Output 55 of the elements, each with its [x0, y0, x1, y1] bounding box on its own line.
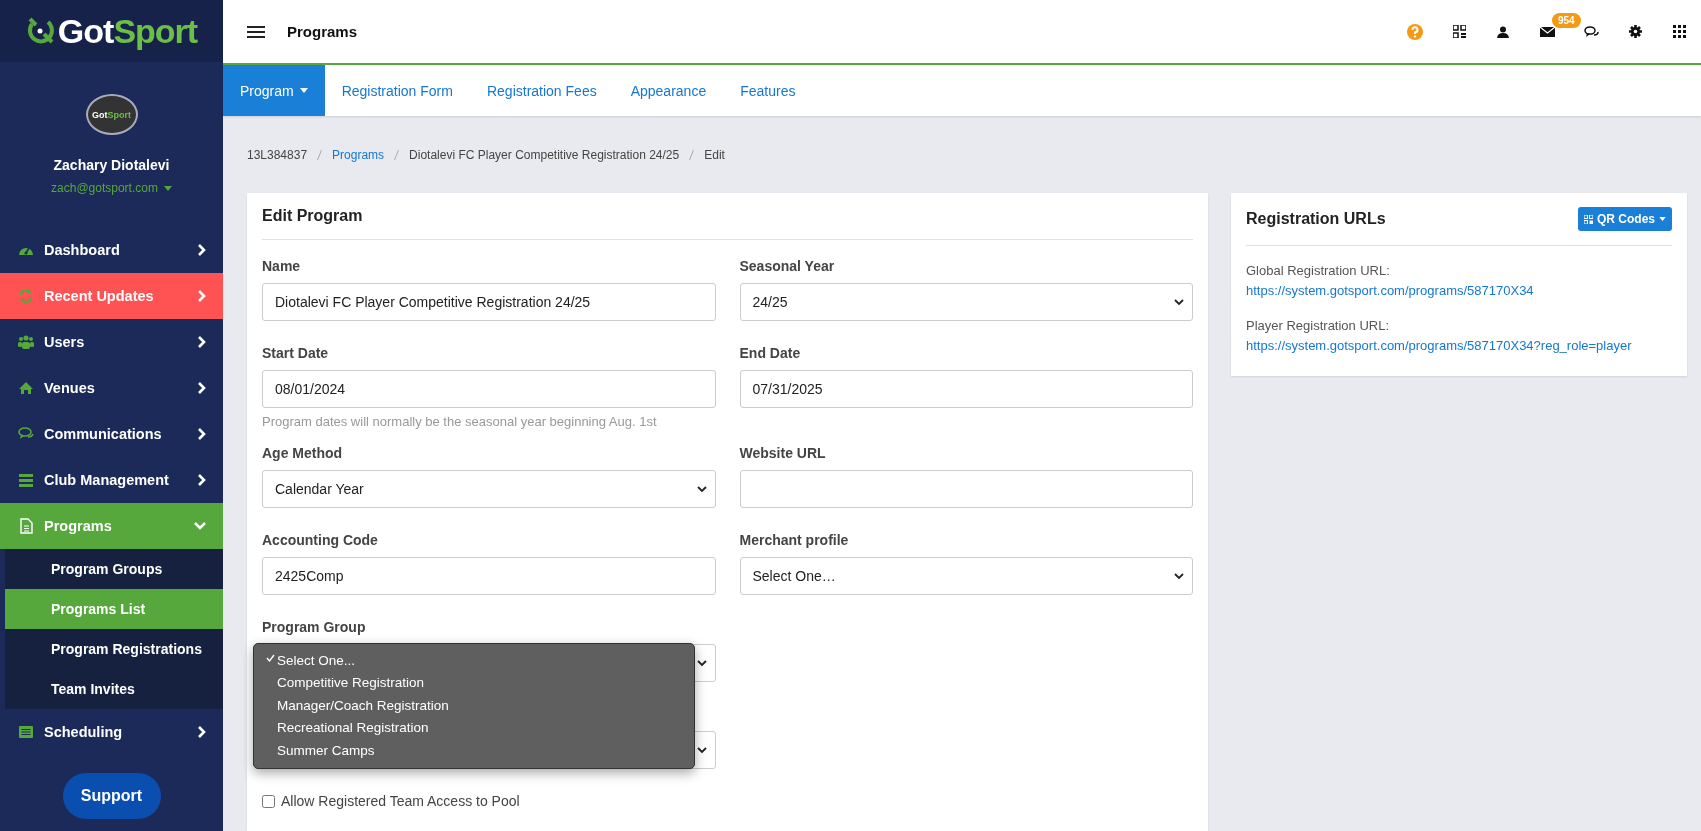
- nav-subitem[interactable]: Team Invites: [5, 669, 223, 709]
- help-text: Program dates will normally be the seasonal year beginning Aug. 1st: [262, 414, 658, 429]
- tab[interactable]: Registration Form: [324, 65, 470, 116]
- count-badge: 954: [1552, 12, 1581, 28]
- url-label: Player Registration URL:: [1246, 317, 1391, 335]
- field-label: Seasonal Year: [739, 258, 836, 274]
- user-email[interactable]: zach@gotsport.com: [51, 181, 172, 195]
- field-label: Website URL: [739, 445, 827, 461]
- tab[interactable]: Registration Fees: [469, 65, 614, 116]
- breadcrumb-item: Diotalevi FC Player Competitive Registration 24/25: [409, 148, 680, 162]
- input-field[interactable]: 2425Comp: [262, 557, 716, 595]
- card-title: Registration URLs: [1246, 210, 1386, 228]
- select-field[interactable]: Calendar Year: [262, 470, 716, 508]
- checkbox-label: Allow Registered Team Access to Pool: [281, 793, 520, 809]
- tab[interactable]: Features: [723, 65, 813, 116]
- dropdown-option[interactable]: Recreational Registration: [254, 716, 694, 739]
- breadcrumb-item: 13L384837: [247, 148, 308, 162]
- nav-item[interactable]: Scheduling: [0, 709, 223, 755]
- field-label: Age Method: [262, 445, 344, 461]
- input-field[interactable]: 07/31/2025: [739, 370, 1193, 408]
- nav-item[interactable]: Communications: [0, 411, 223, 457]
- tab[interactable]: Program: [223, 65, 325, 116]
- card-title: Edit Program: [262, 207, 1193, 240]
- input-field[interactable]: 08/01/2024: [262, 370, 716, 408]
- dropdown-option[interactable]: Competitive Registration: [254, 671, 694, 694]
- breadcrumb-item: Edit: [704, 148, 725, 162]
- nav-subitem[interactable]: Program Groups: [5, 549, 223, 589]
- dropdown-option[interactable]: Summer Camps: [254, 739, 694, 762]
- nav-item[interactable]: Venues: [0, 365, 223, 411]
- field-label: Start Date: [262, 345, 330, 361]
- support-button[interactable]: Support: [62, 773, 161, 819]
- field-label: Merchant profile: [739, 532, 850, 548]
- breadcrumb-link[interactable]: Programs: [332, 148, 385, 162]
- field-label: Accounting Code: [262, 532, 379, 548]
- tab[interactable]: Appearance: [613, 65, 724, 116]
- input-field[interactable]: Diotalevi FC Player Competitive Registration 24/25: [262, 283, 716, 321]
- page-title: Programs: [287, 23, 358, 40]
- url-label: Global Registration URL:: [1246, 262, 1391, 280]
- dropdown-option[interactable]: Select One...: [254, 649, 694, 672]
- url-link[interactable]: https://system.gotsport.com/programs/587170X34?reg_role=player: [1246, 336, 1672, 356]
- select-field[interactable]: Select One…: [739, 557, 1193, 595]
- nav-item[interactable]: Dashboard: [0, 227, 223, 273]
- field-label: End Date: [739, 345, 802, 361]
- field-label: Name: [262, 258, 302, 274]
- nav-item[interactable]: Users: [0, 319, 223, 365]
- url-link[interactable]: https://system.gotsport.com/programs/587170X34: [1246, 281, 1672, 301]
- field-label: Program Group: [262, 619, 367, 635]
- select-field[interactable]: 24/25: [739, 283, 1193, 321]
- qr-codes-button[interactable]: QR Codes: [1578, 207, 1672, 231]
- dropdown-option[interactable]: Manager/Coach Registration: [254, 694, 694, 717]
- user-name: Zachary Diotalevi: [53, 157, 170, 173]
- logo-text: GotSport: [57, 11, 198, 51]
- avatar: GotSport: [85, 94, 138, 135]
- nav-subitem[interactable]: Program Registrations: [5, 629, 223, 669]
- nav-item[interactable]: Club Management: [0, 457, 223, 503]
